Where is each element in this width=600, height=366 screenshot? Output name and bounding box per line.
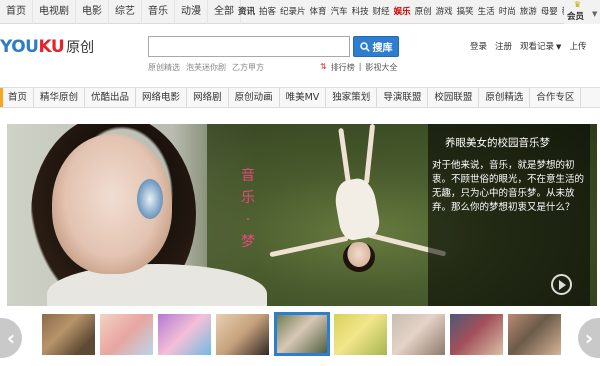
chevron-right-icon: › [584,326,594,350]
top-nav-item[interactable]: 综艺 [109,0,142,24]
top-nav-item[interactable]: 生活 [476,0,497,24]
crown-icon: ♛ [574,0,582,9]
channel-tab[interactable]: 唯美MV [280,88,327,107]
top-nav-left: 首页 电视剧 电影 综艺 音乐 动漫 全部 [0,0,241,24]
search-button-label: 搜库 [372,43,393,54]
top-nav-item[interactable]: 音乐 [142,0,175,24]
channel-tab[interactable]: 网络电影 [136,88,188,107]
channel-tab[interactable]: 首页 [0,88,35,107]
top-nav-item[interactable]: 娱乐 [392,0,413,24]
top-nav-item[interactable]: 汽车 [329,0,350,24]
youku-logo[interactable]: YOUKU 原创 [0,37,95,57]
channel-tab[interactable]: 独家策划 [326,88,378,107]
search-input[interactable] [148,36,350,57]
top-nav-item[interactable]: 体育 [308,0,329,24]
top-nav-right: 资讯拍客纪录片体育汽车科技财经娱乐原创游戏搞笑生活时尚旅游母婴教育 [236,0,581,24]
register-link[interactable]: 注册 [495,40,512,52]
suggestion-link[interactable]: 乙方甲方 [232,62,264,73]
thumbnail[interactable] [508,314,561,355]
login-link[interactable]: 登录 [470,40,487,52]
top-nav-item[interactable]: 游戏 [434,0,455,24]
suggestion-link[interactable]: 泡芙迷你剧 [186,62,226,73]
watch-history-menu[interactable]: 观看记录 ▼ [520,40,561,52]
thumbnail[interactable] [216,314,269,355]
channel-nav: 首页 精华原创 优酷出品 网络电影 网络剧 原创动画 唯美MV 独家策划 导演联… [0,87,600,108]
banner-title[interactable]: 养眼美女的校园音乐梦 [445,135,585,150]
top-nav-item[interactable]: 拍客 [257,0,278,24]
channel-tab[interactable]: 导演联盟 [377,88,429,107]
chevron-left-icon: ‹ [6,326,16,350]
top-bar: 首页 电视剧 电影 综艺 音乐 动漫 全部 资讯 拍客 纪录片 体育 汽车 科技 财经 娱乐原… [0,0,600,24]
top-nav-item[interactable]: 旅游 [518,0,539,24]
search-icon [359,41,370,52]
member-menu[interactable]: ♛ 会员 ▼ [564,0,600,24]
banner-vertical-text: 音 乐 · 梦 [241,168,255,250]
search-button[interactable]: 搜库 [353,36,399,57]
top-nav-item[interactable]: 财经 [371,0,392,24]
rank-icon: ⇅ [320,62,327,71]
play-icon [559,279,566,290]
logo-subtitle: 原创 [66,40,95,56]
top-nav-item[interactable]: 资讯 [236,0,257,24]
top-nav-item[interactable]: 首页 [0,0,33,24]
headphones-image [137,179,163,219]
channel-tab[interactable]: 精华原创 [34,88,86,107]
thumbnail[interactable] [450,314,503,355]
thumbnail-selected[interactable] [274,312,330,356]
banner-figure-head [343,242,375,272]
top-nav-item[interactable]: 科技 [350,0,371,24]
rank-link[interactable]: 排行榜 [331,62,355,73]
channel-tab[interactable]: 校园联盟 [428,88,480,107]
member-label: 会员 [567,12,585,22]
banner-description: 对于他来说，音乐，就是梦想的初衷。不顾世俗的眼光，不在意生活的无趣，只为心中的音… [432,160,585,213]
rank-links: ⇅ 排行榜 | 影视大全 [320,62,397,73]
top-nav-item[interactable]: 动漫 [175,0,208,24]
channel-tab[interactable]: 原创动画 [229,88,280,107]
thumbnail[interactable] [334,314,387,355]
play-button[interactable] [551,274,572,295]
chevron-down-icon: ▼ [556,43,562,51]
thumbnail[interactable] [42,314,95,355]
upload-link[interactable]: 上传 [569,40,586,52]
thumbnail[interactable] [158,314,211,355]
search-suggestions: 原创精选 泡芙迷你剧 乙方甲方 [148,62,264,73]
movie-link[interactable]: 影视大全 [365,62,397,73]
top-nav-item[interactable]: 原创 [413,0,434,24]
logo-wordmark: YOUKU [0,37,65,57]
channel-tab[interactable]: 网络剧 [187,88,229,107]
channel-tab[interactable]: 优酷出品 [85,88,137,107]
top-nav-item[interactable]: 搞笑 [455,0,476,24]
channel-tab[interactable]: 原创精选 [479,88,531,107]
top-nav-item[interactable]: 电影 [76,0,109,24]
top-nav-item[interactable]: 纪录片 [278,0,308,24]
top-nav-item[interactable]: 时尚 [497,0,518,24]
channel-tab[interactable]: 合作专区 [530,88,582,107]
thumbnail[interactable] [100,314,153,355]
header-links: 登录 注册 观看记录 ▼ 上传 [470,40,586,52]
divider: | [358,62,362,71]
top-nav-item[interactable]: 电视剧 [33,0,76,24]
thumbnail[interactable] [392,314,445,355]
chevron-down-icon: ▼ [592,10,598,18]
top-nav-item[interactable]: 母婴 [539,0,560,24]
suggestion-link[interactable]: 原创精选 [148,62,180,73]
